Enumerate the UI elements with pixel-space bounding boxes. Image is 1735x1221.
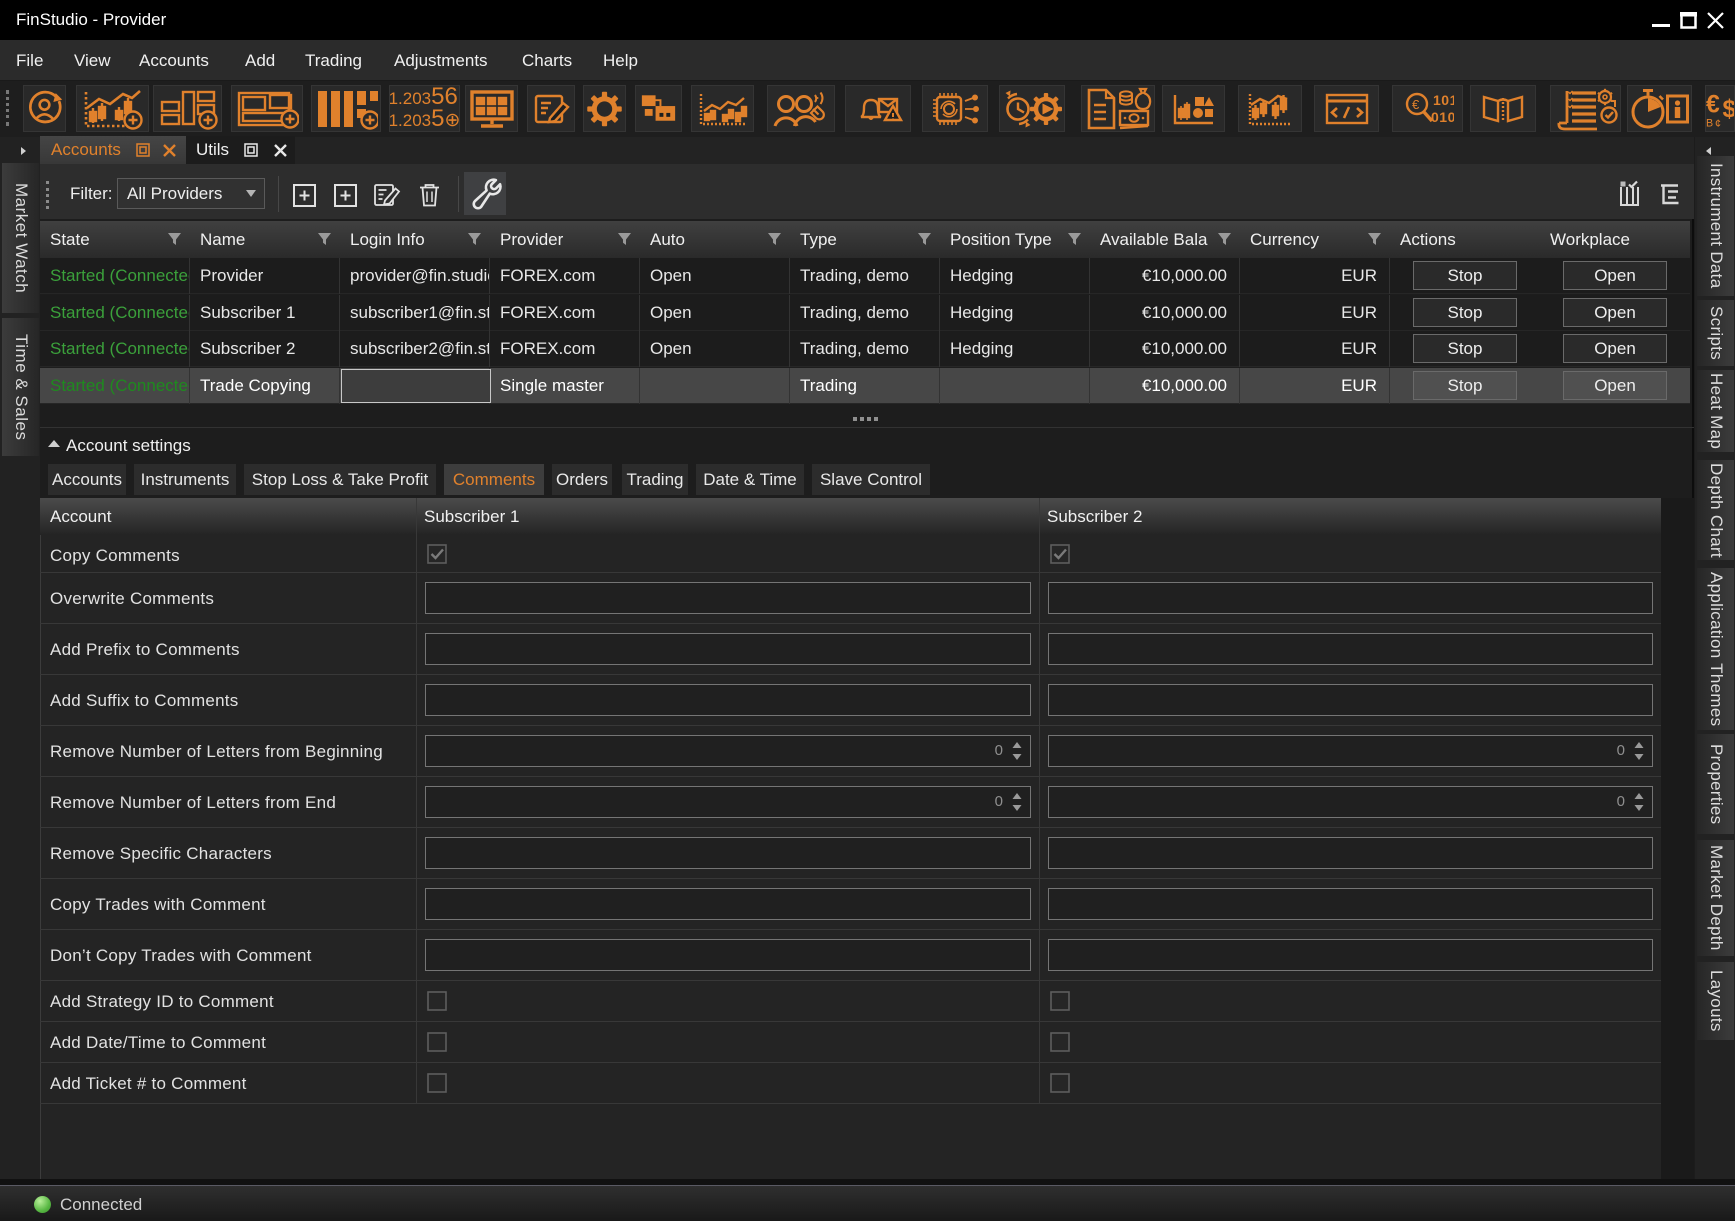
svg-text:€: € [1412,97,1420,112]
svg-text:010: 010 [1431,109,1454,125]
svg-text:101: 101 [1433,92,1454,108]
svg-text:¢: ¢ [1715,118,1721,130]
svg-text:€: € [1706,91,1720,118]
svg-text:$: $ [1722,96,1734,123]
svg-text:B: B [1706,117,1713,129]
